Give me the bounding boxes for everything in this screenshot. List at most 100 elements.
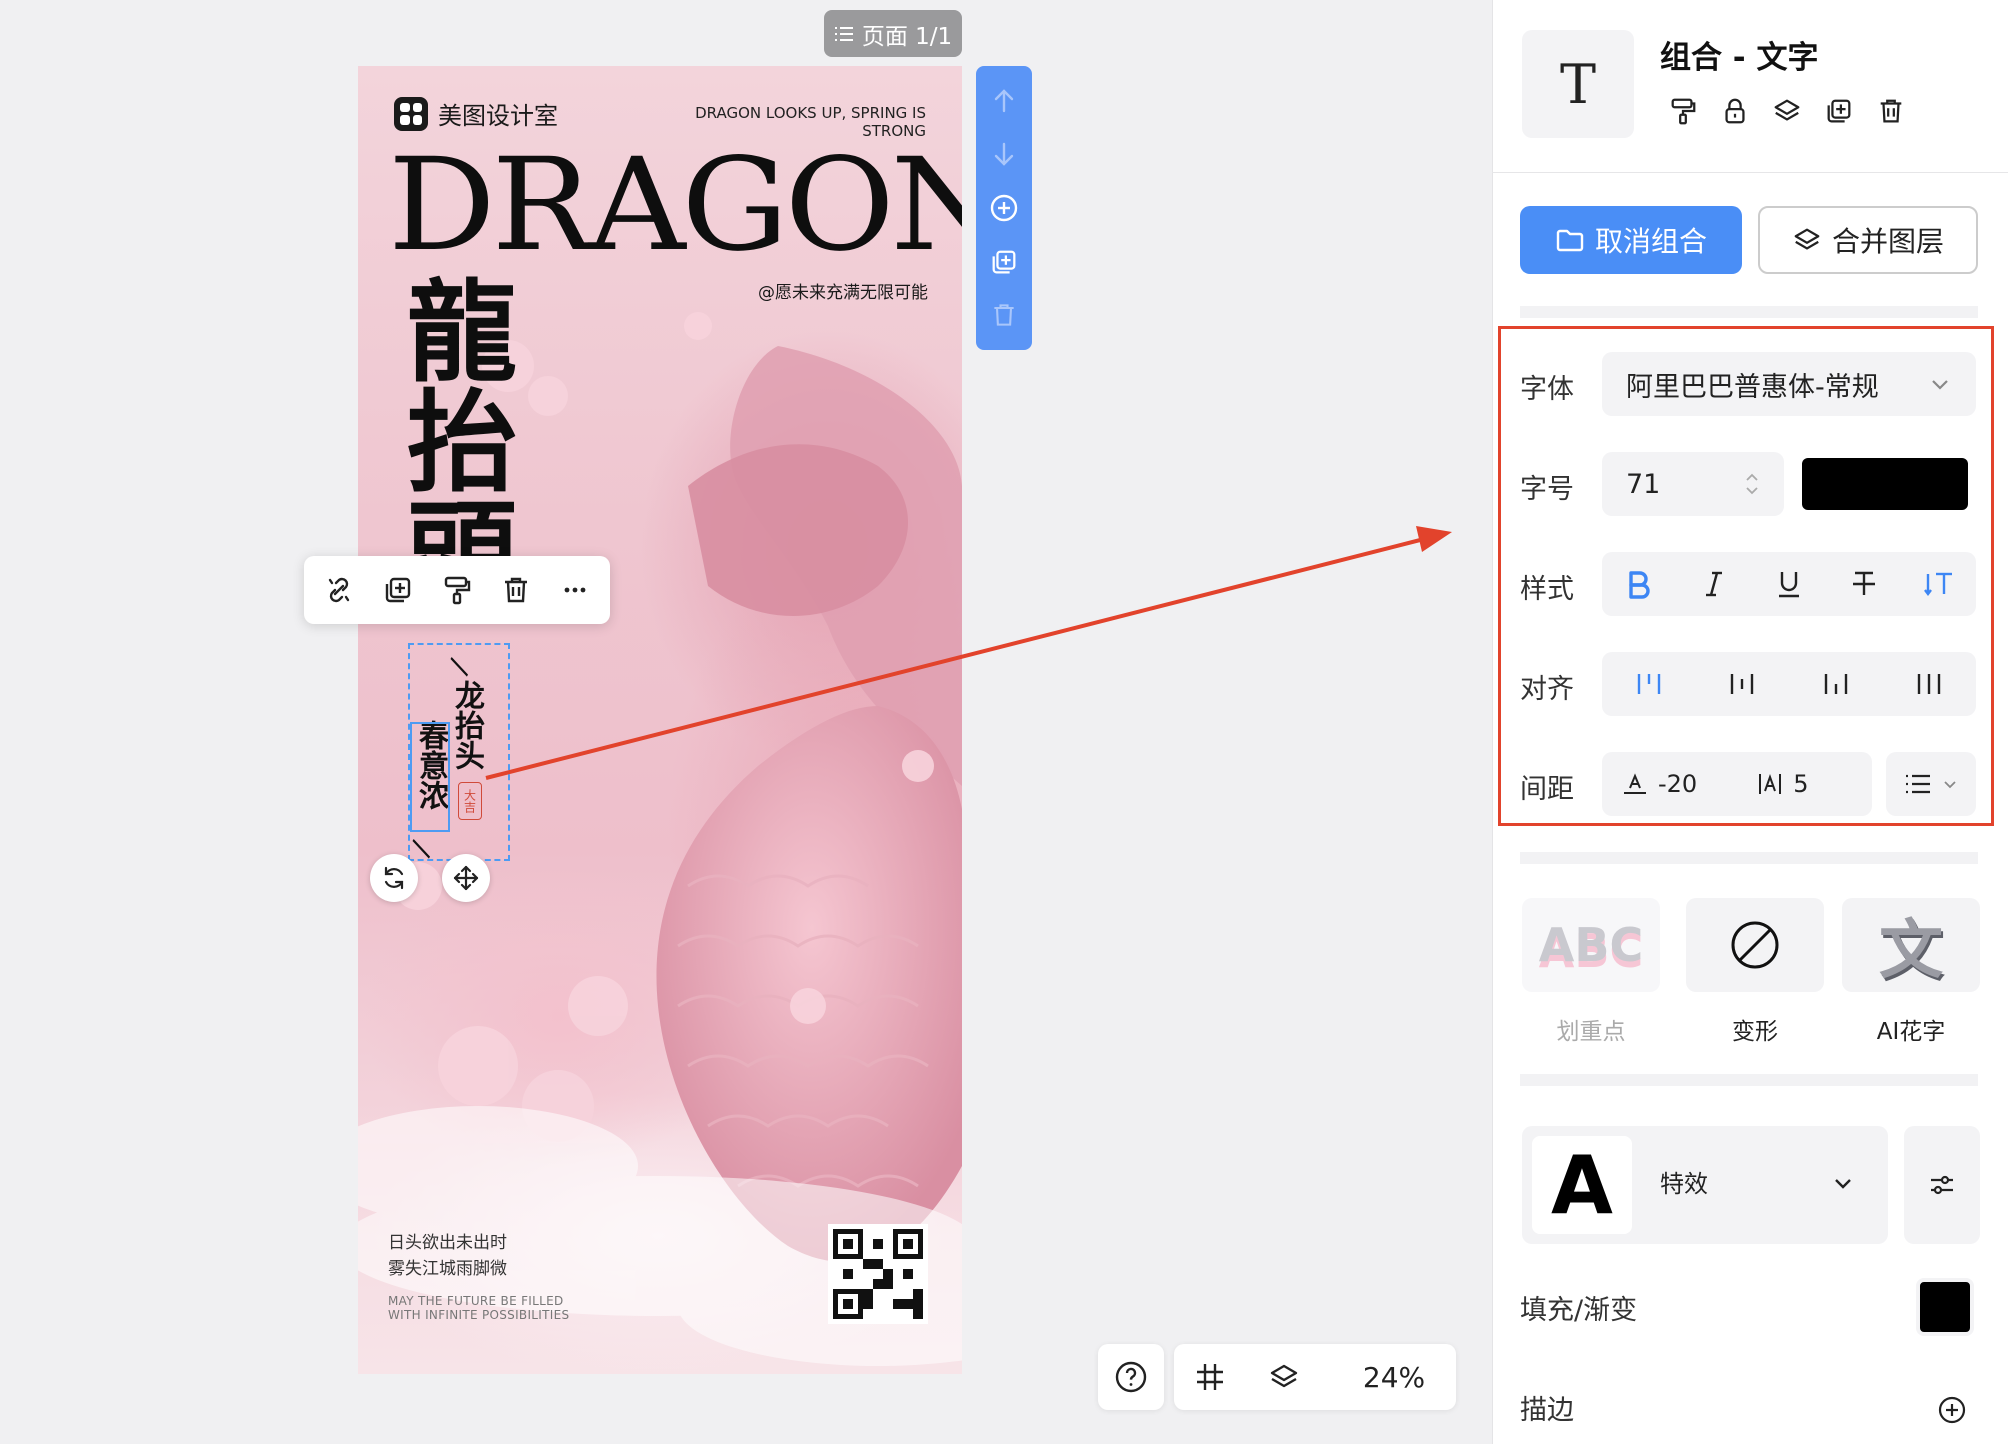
align-bottom-button[interactable] bbox=[1811, 659, 1861, 709]
spacing-label: 间距 bbox=[1520, 774, 1574, 805]
vertical-text-button[interactable] bbox=[1914, 559, 1964, 609]
title-en: DRAGON bbox=[388, 131, 962, 280]
copy-page-button[interactable] bbox=[984, 242, 1024, 282]
subtitle-cn: @愿未来充满无限可能 bbox=[758, 283, 928, 303]
format-painter-button[interactable] bbox=[434, 567, 479, 613]
size-value: 71 bbox=[1626, 468, 1661, 500]
italic-button[interactable] bbox=[1689, 559, 1739, 609]
text-type-icon: T bbox=[1522, 30, 1634, 138]
paint-roller-icon bbox=[1671, 98, 1696, 125]
arrow-down-icon bbox=[994, 143, 1014, 167]
bold-button[interactable] bbox=[1614, 559, 1664, 609]
brand-name: 美图设计室 bbox=[438, 102, 558, 130]
trash-icon bbox=[994, 304, 1014, 326]
panel-actions bbox=[1668, 96, 1906, 126]
page-indicator[interactable]: 页面 1/1 bbox=[824, 10, 962, 57]
line-spacing-icon bbox=[1759, 774, 1782, 794]
move-up-button[interactable] bbox=[984, 81, 1024, 121]
chevron-down-icon bbox=[1830, 1170, 1856, 1196]
layers-icon bbox=[1794, 228, 1820, 250]
add-stroke-button[interactable] bbox=[1934, 1392, 1970, 1428]
strikethrough-icon bbox=[1852, 571, 1875, 595]
text-color-swatch[interactable] bbox=[1802, 458, 1968, 510]
add-page-button[interactable] bbox=[984, 188, 1024, 228]
divider bbox=[1520, 1074, 1978, 1086]
paint-roller-icon bbox=[444, 576, 471, 605]
move-down-button[interactable] bbox=[984, 134, 1024, 174]
lock-button[interactable] bbox=[1720, 96, 1750, 126]
unlink-button[interactable] bbox=[316, 567, 361, 613]
merge-layers-button[interactable]: 合并图层 bbox=[1758, 206, 1978, 274]
plus-circle-icon bbox=[990, 194, 1018, 222]
merge-label: 合并图层 bbox=[1831, 225, 1944, 258]
delete-page-button[interactable] bbox=[984, 295, 1024, 335]
font-size-stepper[interactable]: 71 bbox=[1602, 452, 1784, 516]
brand-lockup: 美图设计室 bbox=[394, 96, 558, 131]
zoom-level[interactable]: 24% bbox=[1344, 1353, 1444, 1401]
align-top-icon bbox=[1637, 674, 1660, 694]
unlink-icon bbox=[328, 577, 349, 603]
text-align-group bbox=[1602, 652, 1976, 716]
size-label: 字号 bbox=[1520, 474, 1574, 505]
font-family-select[interactable]: 阿里巴巴普惠体-常规 bbox=[1602, 352, 1976, 416]
duplicate-icon bbox=[385, 577, 410, 603]
list-style-select[interactable] bbox=[1886, 752, 1976, 816]
move-handle[interactable] bbox=[442, 854, 490, 902]
highlight-text-card[interactable]: ABC bbox=[1522, 898, 1660, 992]
ai-text-preview-icon: 文 bbox=[1879, 914, 1943, 988]
element-toolbar bbox=[304, 556, 610, 624]
ungroup-button[interactable]: 取消组合 bbox=[1520, 206, 1742, 274]
strikethrough-button[interactable] bbox=[1839, 559, 1889, 609]
italic-icon bbox=[1706, 571, 1723, 597]
layers-button[interactable] bbox=[1260, 1353, 1308, 1401]
more-button[interactable] bbox=[553, 567, 598, 613]
list-icon bbox=[834, 25, 854, 43]
duplicate-button[interactable] bbox=[375, 567, 420, 613]
chevron-down-icon bbox=[1944, 781, 1956, 789]
view-controls: 24% bbox=[1174, 1344, 1456, 1410]
grid-icon bbox=[1197, 1364, 1223, 1390]
grid-button[interactable] bbox=[1186, 1353, 1234, 1401]
align-bottom-icon bbox=[1824, 674, 1847, 694]
plus-circle-icon bbox=[1938, 1396, 1966, 1424]
line-spacing-field[interactable]: 5 bbox=[1757, 770, 1808, 798]
underline-button[interactable] bbox=[1764, 559, 1814, 609]
lock-icon bbox=[1725, 98, 1745, 124]
effect-settings-button[interactable] bbox=[1904, 1126, 1980, 1244]
layer-order-toolbar bbox=[976, 66, 1032, 350]
effect-label: 特效 bbox=[1660, 1170, 1708, 1198]
align-middle-button[interactable] bbox=[1717, 659, 1767, 709]
align-justify-button[interactable] bbox=[1904, 659, 1954, 709]
sliders-icon bbox=[1931, 1175, 1953, 1195]
selected-text-box[interactable] bbox=[410, 722, 450, 832]
spacing-group: -20 5 bbox=[1602, 752, 1872, 816]
duplicate-icon bbox=[1827, 99, 1851, 123]
layers-icon bbox=[1270, 1364, 1298, 1388]
bold-icon bbox=[1629, 571, 1651, 599]
delete-button[interactable] bbox=[1876, 96, 1906, 126]
format-painter-button[interactable] bbox=[1668, 96, 1698, 126]
fill-color-swatch[interactable] bbox=[1916, 1278, 1974, 1336]
list-icon bbox=[1906, 774, 1930, 794]
panel-title: 组合 - 文字 bbox=[1660, 40, 1819, 76]
layer-button[interactable] bbox=[1772, 96, 1802, 126]
letter-spacing-field[interactable]: -20 bbox=[1622, 770, 1697, 798]
qr-code bbox=[828, 1224, 928, 1324]
stepper-icon bbox=[1746, 473, 1758, 495]
transform-card[interactable] bbox=[1686, 898, 1824, 992]
stroke-label: 描边 bbox=[1520, 1395, 1574, 1426]
text-style-group bbox=[1602, 552, 1976, 616]
folder-icon bbox=[1556, 229, 1584, 252]
footer-en: MAY THE FUTURE BE FILLED WITH INFINITE P… bbox=[388, 1294, 570, 1322]
poem-column[interactable]: 龙抬头 bbox=[448, 680, 484, 770]
ai-text-card[interactable]: 文 bbox=[1842, 898, 1980, 992]
align-top-button[interactable] bbox=[1624, 659, 1674, 709]
layers-icon bbox=[1774, 99, 1800, 121]
duplicate-button[interactable] bbox=[1824, 96, 1854, 126]
rotate-handle[interactable] bbox=[370, 854, 418, 902]
delete-button[interactable] bbox=[494, 567, 539, 613]
rotate-icon bbox=[384, 866, 404, 890]
footer-poem: 日头欲出未出时 雾失江城雨脚微 bbox=[388, 1230, 507, 1282]
help-button[interactable] bbox=[1098, 1344, 1164, 1410]
vertical-text-icon bbox=[1923, 572, 1952, 596]
